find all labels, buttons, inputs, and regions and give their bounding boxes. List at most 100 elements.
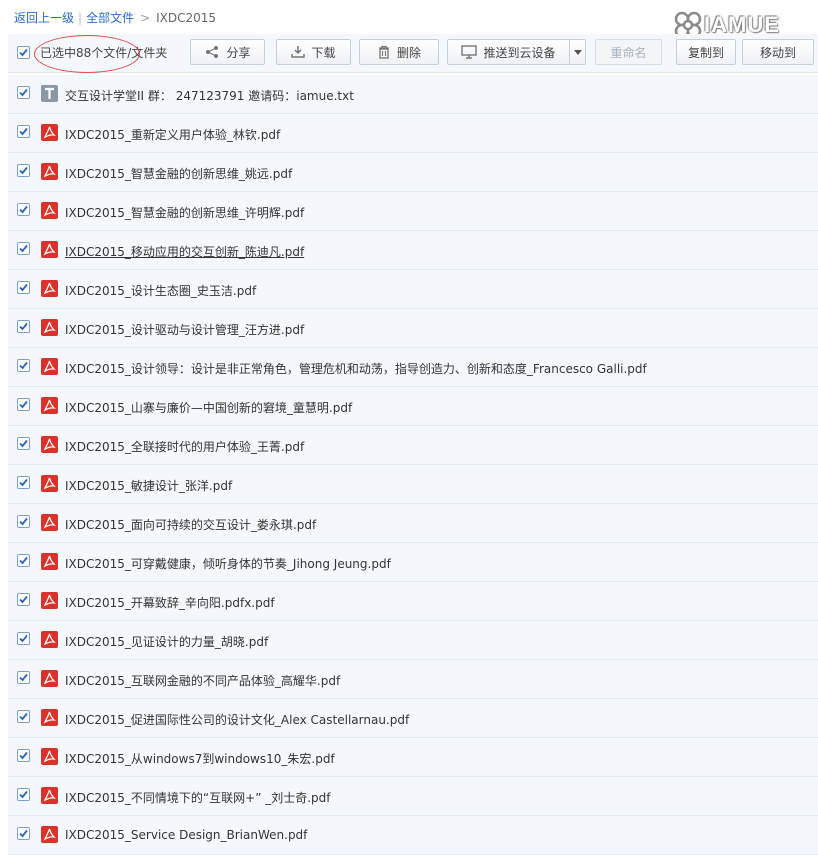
file-row[interactable]: IXDC2015_智慧金融的创新思维_姚远.pdf	[8, 153, 818, 192]
file-checkbox[interactable]	[17, 164, 30, 177]
file-name[interactable]: IXDC2015_敏捷设计_张洋.pdf	[65, 477, 232, 494]
file-name[interactable]: IXDC2015_可穿戴健康，倾听身体的节奏_Jihong Jeung.pdf	[65, 555, 391, 572]
file-name[interactable]: IXDC2015_移动应用的交互创新_陈迪凡.pdf	[65, 243, 304, 260]
push-dropdown-button[interactable]	[569, 39, 586, 65]
check-icon	[19, 166, 28, 175]
file-row[interactable]: IXDC2015_山寨与廉价—中国创新的窘境_童慧明.pdf	[8, 387, 818, 426]
file-row[interactable]: IXDC2015_不同情境下的“互联网+” _刘士奇.pdf	[8, 777, 818, 816]
file-name[interactable]: IXDC2015_从windows7到windows10_朱宏.pdf	[65, 750, 335, 767]
file-checkbox[interactable]	[17, 398, 30, 411]
file-name[interactable]: IXDC2015_不同情境下的“互联网+” _刘士奇.pdf	[65, 789, 331, 806]
download-icon	[291, 45, 306, 59]
file-name[interactable]: IXDC2015_智慧金融的创新思维_许明辉.pdf	[65, 204, 304, 221]
back-link[interactable]: 返回上一级	[14, 11, 74, 25]
copy-to-button[interactable]: 复制到	[676, 39, 736, 65]
file-row[interactable]: IXDC2015_设计驱动与设计管理_汪方进.pdf	[8, 309, 818, 348]
delete-label: 删除	[396, 45, 421, 60]
file-checkbox[interactable]	[17, 359, 30, 372]
file-row[interactable]: IXDC2015_设计生态圈_史玉洁.pdf	[8, 270, 818, 309]
file-checkbox[interactable]	[17, 593, 30, 606]
file-row[interactable]: IXDC2015_从windows7到windows10_朱宏.pdf	[8, 738, 818, 777]
file-row[interactable]: IXDC2015_敏捷设计_张洋.pdf	[8, 465, 818, 504]
breadcrumb: 返回上一级 | 全部文件 > IXDC2015	[14, 8, 216, 28]
file-row[interactable]: IXDC2015_见证设计的力量_胡晓.pdf	[8, 621, 818, 660]
file-name[interactable]: IXDC2015_面向可持续的交互设计_娄永琪.pdf	[65, 516, 316, 533]
file-row[interactable]: IXDC2015_Service Design_BrianWen.pdf	[8, 816, 818, 855]
file-row[interactable]: IXDC2015_全联接时代的用户体验_王菁.pdf	[8, 426, 818, 465]
pdf-file-icon	[41, 163, 58, 183]
file-row[interactable]: IXDC2015_面向可持续的交互设计_娄永琪.pdf	[8, 504, 818, 543]
check-icon	[19, 400, 28, 409]
chevron-down-icon	[573, 45, 582, 59]
file-checkbox[interactable]	[17, 242, 30, 255]
file-checkbox[interactable]	[17, 281, 30, 294]
share-icon	[204, 45, 220, 59]
pdf-file-icon	[41, 748, 58, 768]
pdf-file-icon	[41, 241, 58, 261]
file-checkbox[interactable]	[17, 788, 30, 801]
delete-button[interactable]: 删除	[359, 39, 439, 65]
check-icon	[19, 595, 28, 604]
file-row[interactable]: IXDC2015_重新定义用户体验_林钦.pdf	[8, 114, 818, 153]
check-icon	[19, 48, 28, 57]
file-name[interactable]: IXDC2015_设计驱动与设计管理_汪方进.pdf	[65, 321, 304, 338]
file-checkbox[interactable]	[17, 515, 30, 528]
download-button[interactable]: 下载	[276, 39, 351, 65]
file-row[interactable]: IXDC2015_智慧金融的创新思维_许明辉.pdf	[8, 192, 818, 231]
file-name[interactable]: IXDC2015_设计生态圈_史玉洁.pdf	[65, 282, 256, 299]
copy-label: 复制到	[687, 45, 724, 60]
pdf-file-icon	[41, 826, 58, 846]
file-checkbox[interactable]	[17, 320, 30, 333]
file-name[interactable]: IXDC2015_Service Design_BrianWen.pdf	[65, 828, 307, 842]
file-name[interactable]: IXDC2015_智慧金融的创新思维_姚远.pdf	[65, 165, 292, 182]
pdf-file-icon	[41, 280, 58, 300]
pdf-file-icon	[41, 436, 58, 456]
check-icon	[19, 205, 28, 214]
file-name[interactable]: IXDC2015_设计领导：设计是非正常角色，管理危机和动荡，指导创造力、创新和…	[65, 360, 647, 377]
file-row[interactable]: IXDC2015_设计领导：设计是非正常角色，管理危机和动荡，指导创造力、创新和…	[8, 348, 818, 387]
share-label: 分享	[226, 45, 251, 60]
file-name[interactable]: IXDC2015_开幕致辞_辛向阳.pdfx.pdf	[65, 594, 275, 611]
check-icon	[19, 790, 28, 799]
file-checkbox[interactable]	[17, 203, 30, 216]
selected-count-text: 已选中88个文件/文件夹	[40, 46, 168, 60]
file-name[interactable]: IXDC2015_重新定义用户体验_林钦.pdf	[65, 126, 280, 143]
file-row[interactable]: 交互设计学堂II 群： 247123791 邀请码：iamue.txt	[8, 75, 818, 114]
download-label: 下载	[311, 45, 336, 60]
file-checkbox[interactable]	[17, 86, 30, 99]
file-checkbox[interactable]	[17, 710, 30, 723]
check-icon	[19, 88, 28, 97]
rename-button[interactable]: 重命名	[595, 39, 662, 65]
file-row[interactable]: IXDC2015_移动应用的交互创新_陈迪凡.pdf	[8, 231, 818, 270]
file-name[interactable]: IXDC2015_互联网金融的不同产品体验_高耀华.pdf	[65, 672, 340, 689]
file-row[interactable]: IXDC2015_互联网金融的不同产品体验_高耀华.pdf	[8, 660, 818, 699]
file-checkbox[interactable]	[17, 632, 30, 645]
file-checkbox[interactable]	[17, 437, 30, 450]
file-name[interactable]: IXDC2015_全联接时代的用户体验_王菁.pdf	[65, 438, 304, 455]
file-checkbox[interactable]	[17, 749, 30, 762]
share-button[interactable]: 分享	[190, 39, 265, 65]
monitor-icon	[461, 45, 478, 59]
file-checkbox[interactable]	[17, 554, 30, 567]
file-checkbox[interactable]	[17, 827, 30, 840]
file-row[interactable]: IXDC2015_可穿戴健康，倾听身体的节奏_Jihong Jeung.pdf	[8, 543, 818, 582]
check-icon	[19, 556, 28, 565]
file-checkbox[interactable]	[17, 125, 30, 138]
pdf-file-icon	[41, 553, 58, 573]
select-all-checkbox[interactable]	[17, 46, 30, 59]
all-files-link[interactable]: 全部文件	[86, 11, 134, 25]
file-row[interactable]: IXDC2015_开幕致辞_辛向阳.pdfx.pdf	[8, 582, 818, 621]
file-checkbox[interactable]	[17, 671, 30, 684]
check-icon	[19, 478, 28, 487]
file-name[interactable]: IXDC2015_山寨与廉价—中国创新的窘境_童慧明.pdf	[65, 399, 352, 416]
file-name[interactable]: IXDC2015_促进国际性公司的设计文化_Alex Castellarnau.…	[65, 711, 409, 728]
move-to-button[interactable]: 移动到	[742, 39, 814, 65]
file-name[interactable]: IXDC2015_见证设计的力量_胡晓.pdf	[65, 633, 268, 650]
toolbar: 已选中88个文件/文件夹 分享 下载 删除 推送到云设备 重命名 复制到 移动到	[8, 34, 818, 73]
file-row[interactable]: IXDC2015_促进国际性公司的设计文化_Alex Castellarnau.…	[8, 699, 818, 738]
check-icon	[19, 517, 28, 526]
pdf-file-icon	[41, 475, 58, 495]
file-name[interactable]: 交互设计学堂II 群： 247123791 邀请码：iamue.txt	[65, 87, 354, 104]
push-to-cloud-device-button[interactable]: 推送到云设备	[447, 39, 570, 65]
file-checkbox[interactable]	[17, 476, 30, 489]
